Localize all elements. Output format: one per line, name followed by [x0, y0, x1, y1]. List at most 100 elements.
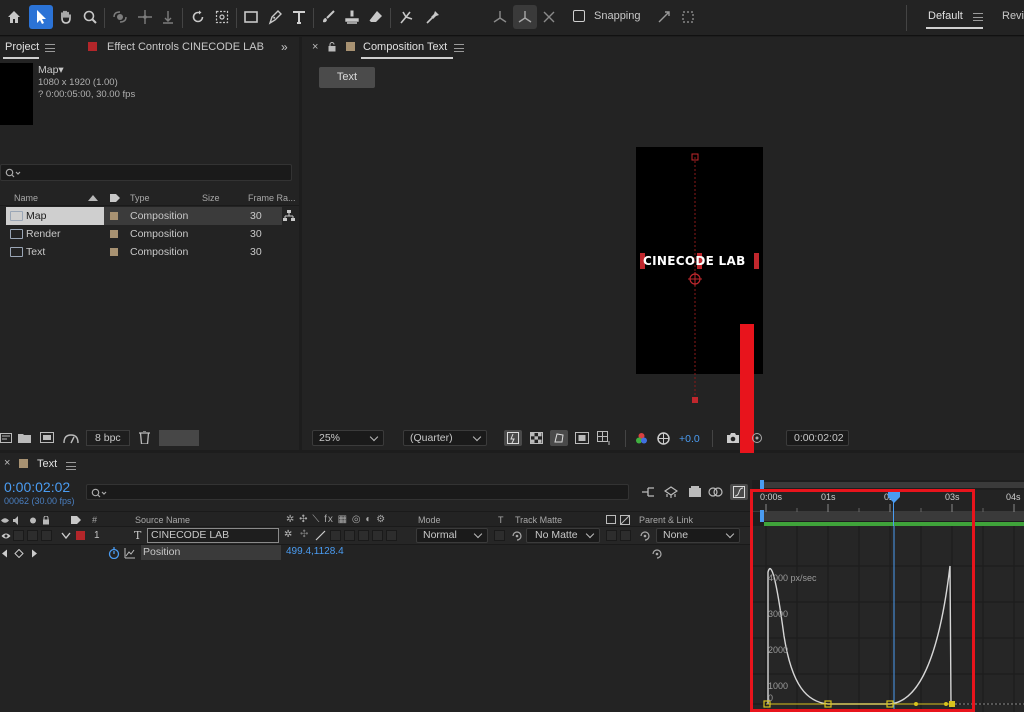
- solo-switch[interactable]: [27, 530, 38, 541]
- zoom-tool-icon[interactable]: [78, 5, 102, 29]
- expand-arrow-icon[interactable]: [61, 532, 71, 539]
- bit-depth-button[interactable]: 8 bpc: [86, 430, 130, 446]
- matte-invert-switch[interactable]: [620, 530, 631, 541]
- home-icon[interactable]: [2, 5, 26, 29]
- layer-switches-header[interactable]: ✲ ✣ ⟍ fx ▦ ◎ ◐ ⚙: [286, 514, 386, 525]
- pen-tool-icon[interactable]: [263, 5, 287, 29]
- work-area-bar[interactable]: [760, 512, 1024, 521]
- new-folder-icon[interactable]: [18, 433, 31, 443]
- layer-row[interactable]: 1 T CINECODE LAB ✲ ✣ Normal No Matte Non…: [0, 527, 750, 545]
- project-item-render[interactable]: Render Composition 30: [6, 225, 282, 243]
- property-row-position[interactable]: Position 499.4,1128.4: [0, 545, 750, 561]
- comp-navigator-button[interactable]: Text: [319, 67, 375, 88]
- motion-blur-switch[interactable]: [358, 530, 369, 541]
- brush-tool-icon[interactable]: [316, 5, 340, 29]
- adjustment-layer-switch[interactable]: [372, 530, 383, 541]
- view-axis-icon[interactable]: [537, 5, 561, 29]
- label-swatch[interactable]: [110, 248, 118, 256]
- color-management-icon[interactable]: [657, 432, 670, 445]
- label-column-icon[interactable]: [70, 515, 82, 525]
- parent-dropdown[interactable]: None: [656, 528, 740, 543]
- parent-link-header[interactable]: Parent & Link: [639, 515, 693, 525]
- lock-switch[interactable]: [41, 530, 52, 541]
- property-value[interactable]: 499.4,1128.4: [286, 546, 344, 557]
- blend-mode-dropdown[interactable]: Normal: [416, 528, 488, 543]
- flowchart-icon[interactable]: [283, 210, 295, 222]
- timeline-search-input[interactable]: [86, 484, 629, 500]
- region-of-interest-icon[interactable]: [575, 432, 589, 444]
- work-area-start-handle[interactable]: [760, 510, 764, 522]
- project-search-input[interactable]: [0, 164, 292, 181]
- thumbnail-transparency-swatch[interactable]: [159, 430, 199, 446]
- world-axis-icon[interactable]: [513, 5, 537, 29]
- label-swatch[interactable]: [110, 212, 118, 220]
- name-column-header[interactable]: Name: [14, 193, 38, 203]
- track-matte-header[interactable]: Track Matte: [515, 515, 562, 525]
- composition-tab-menu-icon[interactable]: [454, 44, 464, 52]
- rectangle-tool-icon[interactable]: [239, 5, 263, 29]
- playhead-marker[interactable]: [888, 492, 900, 504]
- local-axis-icon[interactable]: [488, 5, 512, 29]
- trash-icon[interactable]: [139, 431, 150, 444]
- roto-brush-tool-icon[interactable]: [394, 5, 418, 29]
- rotate-tool-icon[interactable]: [186, 5, 210, 29]
- collapse-switch-icon[interactable]: ✣: [300, 529, 312, 541]
- frame-blending-icon[interactable]: [708, 485, 723, 499]
- speed-graph[interactable]: [752, 526, 1024, 712]
- label-swatch[interactable]: [110, 230, 118, 238]
- snapshot-camera-icon[interactable]: [726, 432, 740, 444]
- close-timeline-tab-icon[interactable]: ×: [4, 457, 10, 469]
- parent-pickwhip-icon[interactable]: [639, 530, 651, 542]
- project-tab[interactable]: Project: [5, 41, 39, 53]
- show-snapshot-icon[interactable]: [750, 432, 764, 444]
- effect-controls-tab[interactable]: Effect Controls CINECODE LAB: [107, 41, 264, 53]
- track-matte-dropdown[interactable]: No Matte: [526, 528, 600, 543]
- exposure-value[interactable]: +0.0: [679, 433, 700, 445]
- orbit-camera-icon[interactable]: [108, 5, 132, 29]
- fast-previews-button[interactable]: [504, 430, 522, 446]
- label-column-icon[interactable]: [109, 193, 121, 203]
- dolly-camera-icon[interactable]: [156, 5, 180, 29]
- graph-editor-button[interactable]: [730, 484, 748, 500]
- time-navigator-bar[interactable]: [760, 482, 1024, 488]
- layer-name-field[interactable]: CINECODE LAB: [147, 528, 279, 543]
- interpret-footage-icon[interactable]: [0, 433, 12, 443]
- quality-switch-icon[interactable]: [315, 530, 326, 541]
- project-settings-icon[interactable]: [63, 432, 79, 444]
- source-name-header[interactable]: Source Name: [135, 515, 190, 525]
- workspace-default-tab[interactable]: Default: [928, 10, 963, 22]
- composition-mini-flowchart-icon[interactable]: [641, 486, 657, 498]
- project-tab-menu-icon[interactable]: [45, 44, 55, 52]
- size-column-header[interactable]: Size: [202, 193, 220, 203]
- new-composition-icon[interactable]: [40, 432, 54, 443]
- grid-guides-icon[interactable]: [597, 431, 611, 445]
- mode-header[interactable]: Mode: [418, 515, 441, 525]
- matte-alpha-switch[interactable]: [606, 530, 617, 541]
- workspace-menu-icon[interactable]: [973, 13, 983, 21]
- graph-editor-area[interactable]: 0:00s 01s 02s 03s 04s: [752, 480, 1024, 712]
- layer-label-color[interactable]: [76, 531, 85, 540]
- property-name[interactable]: Position: [141, 545, 281, 560]
- composition-tab[interactable]: Composition Text: [363, 41, 447, 53]
- snapping-checkbox[interactable]: [573, 10, 585, 22]
- audio-switch[interactable]: [13, 530, 24, 541]
- eraser-tool-icon[interactable]: [364, 5, 388, 29]
- graph-include-icon[interactable]: [124, 547, 136, 559]
- expression-pickwhip-icon[interactable]: [651, 548, 663, 560]
- pan-camera-icon[interactable]: [133, 5, 157, 29]
- frame-blend-switch[interactable]: [344, 530, 355, 541]
- stopwatch-icon[interactable]: [108, 547, 120, 559]
- track-matte-pickwhip-icon[interactable]: [511, 530, 523, 542]
- av-switches-icon[interactable]: [0, 516, 55, 525]
- snap-grid-icon[interactable]: [676, 5, 700, 29]
- type-tool-icon[interactable]: [287, 5, 311, 29]
- transparency-grid-icon[interactable]: [530, 432, 543, 444]
- current-time-display[interactable]: 0:00:02:02: [4, 479, 70, 495]
- anchor-point-tool-icon[interactable]: [210, 5, 234, 29]
- hand-tool-icon[interactable]: [54, 5, 78, 29]
- workspace-review-tab[interactable]: Revi: [1002, 10, 1024, 22]
- shy-switch-icon[interactable]: ✲: [284, 529, 296, 541]
- preserve-transparency-switch[interactable]: [494, 530, 505, 541]
- mask-visibility-button[interactable]: [550, 430, 568, 446]
- zoom-dropdown[interactable]: 25%: [312, 430, 384, 446]
